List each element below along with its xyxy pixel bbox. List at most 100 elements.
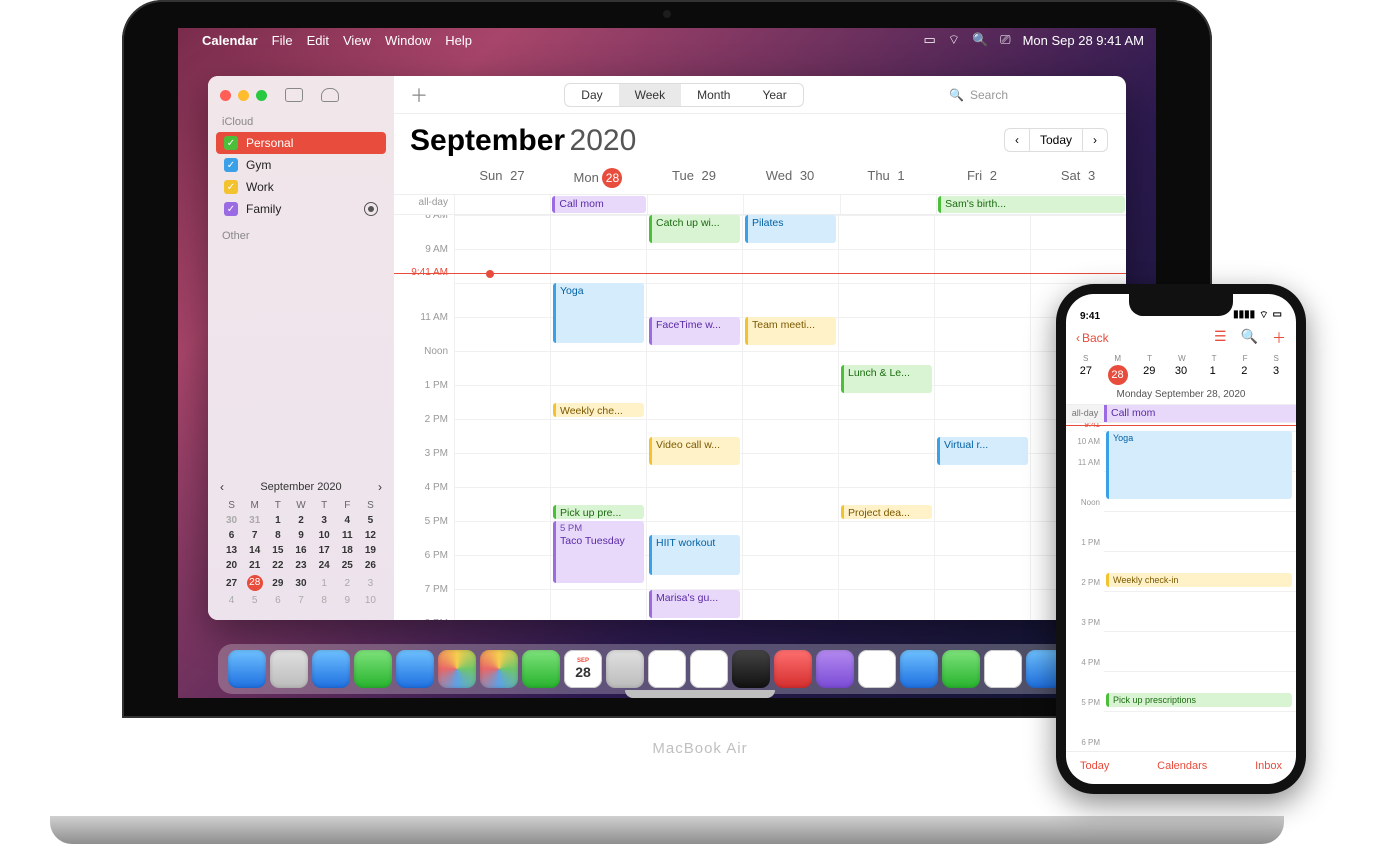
calendar-event[interactable]: Catch up wi... (649, 215, 740, 243)
dock-reminders-icon[interactable] (648, 650, 686, 688)
date-cell[interactable]: 27 (1076, 365, 1096, 385)
view-year[interactable]: Year (746, 84, 802, 106)
day-header[interactable]: Sun 27 (454, 158, 550, 194)
today-button[interactable]: Today (1029, 129, 1082, 151)
menu-file[interactable]: File (272, 33, 293, 48)
date-cell[interactable]: 2 (1234, 365, 1254, 385)
dock-keynote-icon[interactable] (900, 650, 938, 688)
view-segmented-control[interactable]: Day Week Month Year (564, 83, 803, 107)
calendars-button[interactable]: Calendars (1157, 760, 1207, 772)
list-view-icon[interactable]: ☰ (1214, 328, 1227, 348)
day-header[interactable]: Wed 30 (742, 158, 838, 194)
date-cell[interactable]: 30 (1171, 365, 1191, 385)
dock-photos-icon[interactable] (480, 650, 518, 688)
day-column[interactable]: Lunch & Le... Project dea... (838, 215, 934, 620)
dock-safari-icon[interactable] (312, 650, 350, 688)
day-column[interactable]: Yoga Weekly che... Pick up pre... 5 PMTaco … (550, 215, 646, 620)
calendar-event[interactable]: Pick up prescriptions (1106, 693, 1292, 707)
day-column[interactable]: Virtual r... (934, 215, 1030, 620)
inbox-button[interactable]: Inbox (1255, 760, 1282, 772)
calendar-event[interactable]: Pick up pre... (553, 505, 644, 519)
dock-pages-icon[interactable] (984, 650, 1022, 688)
calendar-event[interactable]: Marisa's gu... (649, 590, 740, 618)
mini-calendar-grid[interactable]: SMTWTFS303112345678910111213141516171819… (220, 498, 382, 608)
dock-podcasts-icon[interactable] (816, 650, 854, 688)
calendar-event[interactable]: Weekly check-in (1106, 573, 1292, 587)
dock-contacts-icon[interactable] (606, 650, 644, 688)
calendar-event[interactable]: Video call w... (649, 437, 740, 465)
calendar-event[interactable]: HIIT workout (649, 535, 740, 575)
day-column[interactable]: Pilates Team meeti... (742, 215, 838, 620)
dock-maps-icon[interactable] (438, 650, 476, 688)
add-event-button[interactable]: ＋ (410, 82, 428, 108)
calendar-event[interactable]: Team meeti... (745, 317, 836, 345)
iphone-day-grid[interactable]: 10 AM11 AMNoon1 PM2 PM3 PM4 PM5 PM6 PM7 … (1066, 423, 1296, 751)
calendar-item-family[interactable]: ✓ Family (216, 198, 386, 220)
next-week-button[interactable]: › (1082, 129, 1107, 151)
date-cell[interactable]: 3 (1266, 365, 1286, 385)
iphone-date-row[interactable]: 27 28 29 30 123 (1066, 363, 1296, 389)
search-icon[interactable]: 🔍 (1241, 328, 1258, 348)
calendar-event[interactable]: Lunch & Le... (841, 365, 932, 393)
checkbox-icon[interactable]: ✓ (224, 158, 238, 172)
day-header[interactable]: Fri 2 (934, 158, 1030, 194)
calendar-event[interactable]: Yoga (553, 283, 644, 343)
zoom-button[interactable] (256, 90, 267, 101)
battery-icon[interactable]: ▭ (923, 32, 935, 48)
dock-tv-icon[interactable] (732, 650, 770, 688)
minimize-button[interactable] (238, 90, 249, 101)
dock-calendar-icon[interactable]: SEP28 (564, 650, 602, 688)
calendar-event[interactable]: Virtual r... (937, 437, 1028, 465)
menubar-app-name[interactable]: Calendar (202, 33, 258, 48)
add-event-icon[interactable]: ＋ (1272, 328, 1286, 348)
calendar-event[interactable]: Weekly che... (553, 403, 644, 417)
dock-mail-icon[interactable] (396, 650, 434, 688)
calendar-item-gym[interactable]: ✓ Gym (216, 154, 386, 176)
view-day[interactable]: Day (565, 84, 618, 106)
today-button[interactable]: Today (1080, 760, 1109, 772)
dock-messages-icon[interactable] (354, 650, 392, 688)
day-column[interactable] (454, 215, 550, 620)
dock-notes-icon[interactable] (690, 650, 728, 688)
checkbox-icon[interactable]: ✓ (224, 136, 238, 150)
menu-edit[interactable]: Edit (307, 33, 329, 48)
calendar-item-work[interactable]: ✓ Work (216, 176, 386, 198)
mini-prev-icon[interactable]: ‹ (220, 480, 224, 494)
prev-week-button[interactable]: ‹ (1005, 129, 1029, 151)
menu-window[interactable]: Window (385, 33, 431, 48)
mini-calendar[interactable]: ‹ September 2020 › SMTWTFS30311234567891… (208, 470, 394, 620)
menubar-clock[interactable]: Mon Sep 28 9:41 AM (1023, 33, 1144, 48)
date-cell[interactable]: 28 (1108, 365, 1128, 385)
event-allday[interactable]: Call mom (1104, 405, 1296, 422)
mini-next-icon[interactable]: › (378, 480, 382, 494)
iphone-event-column[interactable]: Yoga Weekly check-in Pick up prescriptions (1104, 423, 1296, 751)
dock-facetime-icon[interactable] (522, 650, 560, 688)
week-columns[interactable]: Yoga Weekly che... Pick up pre... 5 PMTaco … (454, 215, 1126, 620)
close-button[interactable] (220, 90, 231, 101)
calendar-item-personal[interactable]: ✓ Personal (216, 132, 386, 154)
wifi-icon[interactable]: ⌔ (948, 32, 960, 48)
event-allday[interactable]: Sam's birth... (938, 196, 1125, 213)
inbox-icon[interactable] (321, 88, 339, 102)
spotlight-icon[interactable]: 🔍 (972, 32, 988, 48)
dock-numbers-icon[interactable] (942, 650, 980, 688)
calendar-event[interactable]: Project dea... (841, 505, 932, 519)
menu-help[interactable]: Help (445, 33, 472, 48)
date-cell[interactable]: 29 (1139, 365, 1159, 385)
calendar-event[interactable]: 5 PMTaco Tuesday (553, 521, 644, 583)
date-cell[interactable]: 1 (1203, 365, 1223, 385)
checkbox-icon[interactable]: ✓ (224, 202, 238, 216)
dock-finder-icon[interactable] (228, 650, 266, 688)
calendar-event[interactable]: Yoga (1106, 431, 1292, 499)
sidebar-toggle-icon[interactable] (285, 88, 303, 102)
calendar-event[interactable]: FaceTime w... (649, 317, 740, 345)
view-week[interactable]: Week (619, 84, 681, 106)
calendar-event[interactable]: Pilates (745, 215, 836, 243)
back-button[interactable]: ‹ Back (1076, 331, 1109, 345)
view-month[interactable]: Month (681, 84, 746, 106)
search-field[interactable]: 🔍 Search (940, 84, 1110, 106)
event-allday[interactable]: Call mom (552, 196, 645, 213)
dock-launchpad-icon[interactable] (270, 650, 308, 688)
macos-dock[interactable]: SEP28 (218, 644, 1116, 694)
dock-news-icon[interactable] (858, 650, 896, 688)
